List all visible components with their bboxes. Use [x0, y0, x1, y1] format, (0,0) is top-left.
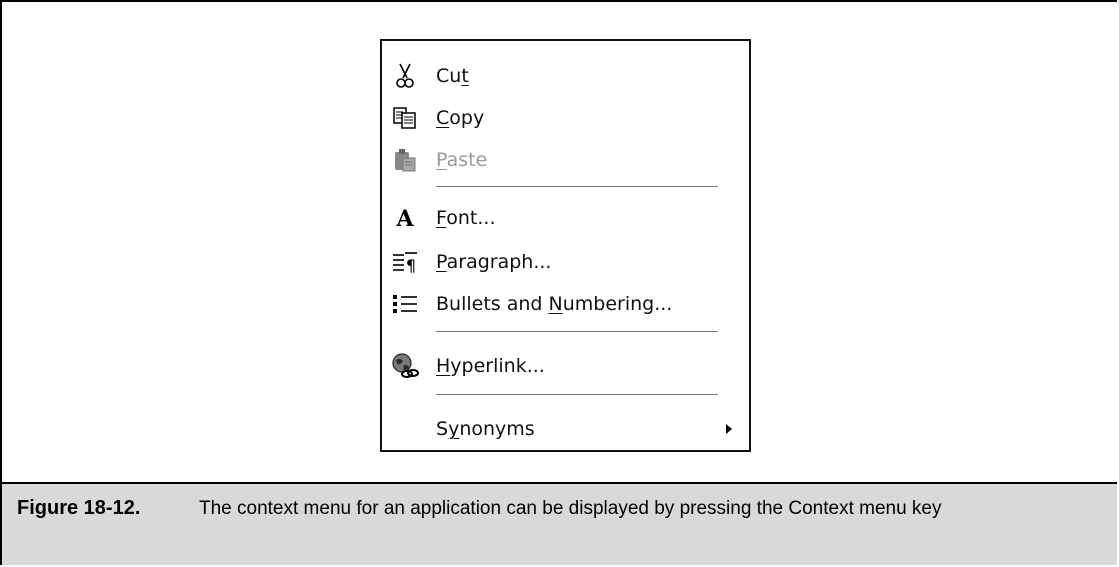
font-icon: A: [391, 197, 419, 239]
figure-number: Figure 18-12.: [17, 497, 141, 519]
menu-item-synonyms[interactable]: Synonyms: [382, 408, 749, 450]
menu-item-label: Bullets and Numbering...: [436, 293, 673, 315]
figure-frame: Cut Copy Paste A Font... ¶ Paragraph... …: [0, 0, 1117, 565]
bullets-icon: [391, 283, 419, 325]
menu-item-label: Paste: [436, 149, 488, 171]
submenu-arrow-icon: [726, 424, 732, 434]
caption-text: The context menu for an application can …: [199, 498, 942, 519]
menu-item-label: Synonyms: [436, 418, 535, 440]
menu-item-label: Copy: [436, 107, 485, 129]
menu-item-label: Cut: [436, 65, 469, 87]
menu-item-bullets-numbering[interactable]: Bullets and Numbering...: [382, 283, 749, 325]
menu-item-font[interactable]: A Font...: [382, 197, 749, 239]
menu-item-label: Hyperlink...: [436, 355, 545, 377]
menu-item-paste[interactable]: Paste: [382, 139, 749, 181]
menu-item-copy[interactable]: Copy: [382, 97, 749, 139]
menu-separator: [436, 186, 718, 188]
paste-icon: [391, 139, 419, 181]
screenshot-area: Cut Copy Paste A Font... ¶ Paragraph... …: [2, 2, 1117, 482]
menu-separator: [436, 331, 718, 333]
menu-item-hyperlink[interactable]: Hyperlink...: [382, 345, 749, 387]
svg-text:¶: ¶: [406, 256, 416, 273]
hyperlink-globe-icon: [391, 345, 419, 387]
figure-caption: Figure 18-12. The context menu for an ap…: [2, 482, 1117, 565]
paragraph-icon: ¶: [391, 241, 419, 283]
menu-item-label: Font...: [436, 207, 496, 229]
context-menu: Cut Copy Paste A Font... ¶ Paragraph... …: [380, 39, 751, 452]
svg-text:A: A: [395, 207, 414, 229]
copy-icon: [391, 97, 419, 139]
menu-item-paragraph[interactable]: ¶ Paragraph...: [382, 241, 749, 283]
menu-separator: [436, 394, 718, 396]
scissors-icon: [391, 55, 419, 97]
menu-item-cut[interactable]: Cut: [382, 55, 749, 97]
menu-item-label: Paragraph...: [436, 251, 552, 273]
